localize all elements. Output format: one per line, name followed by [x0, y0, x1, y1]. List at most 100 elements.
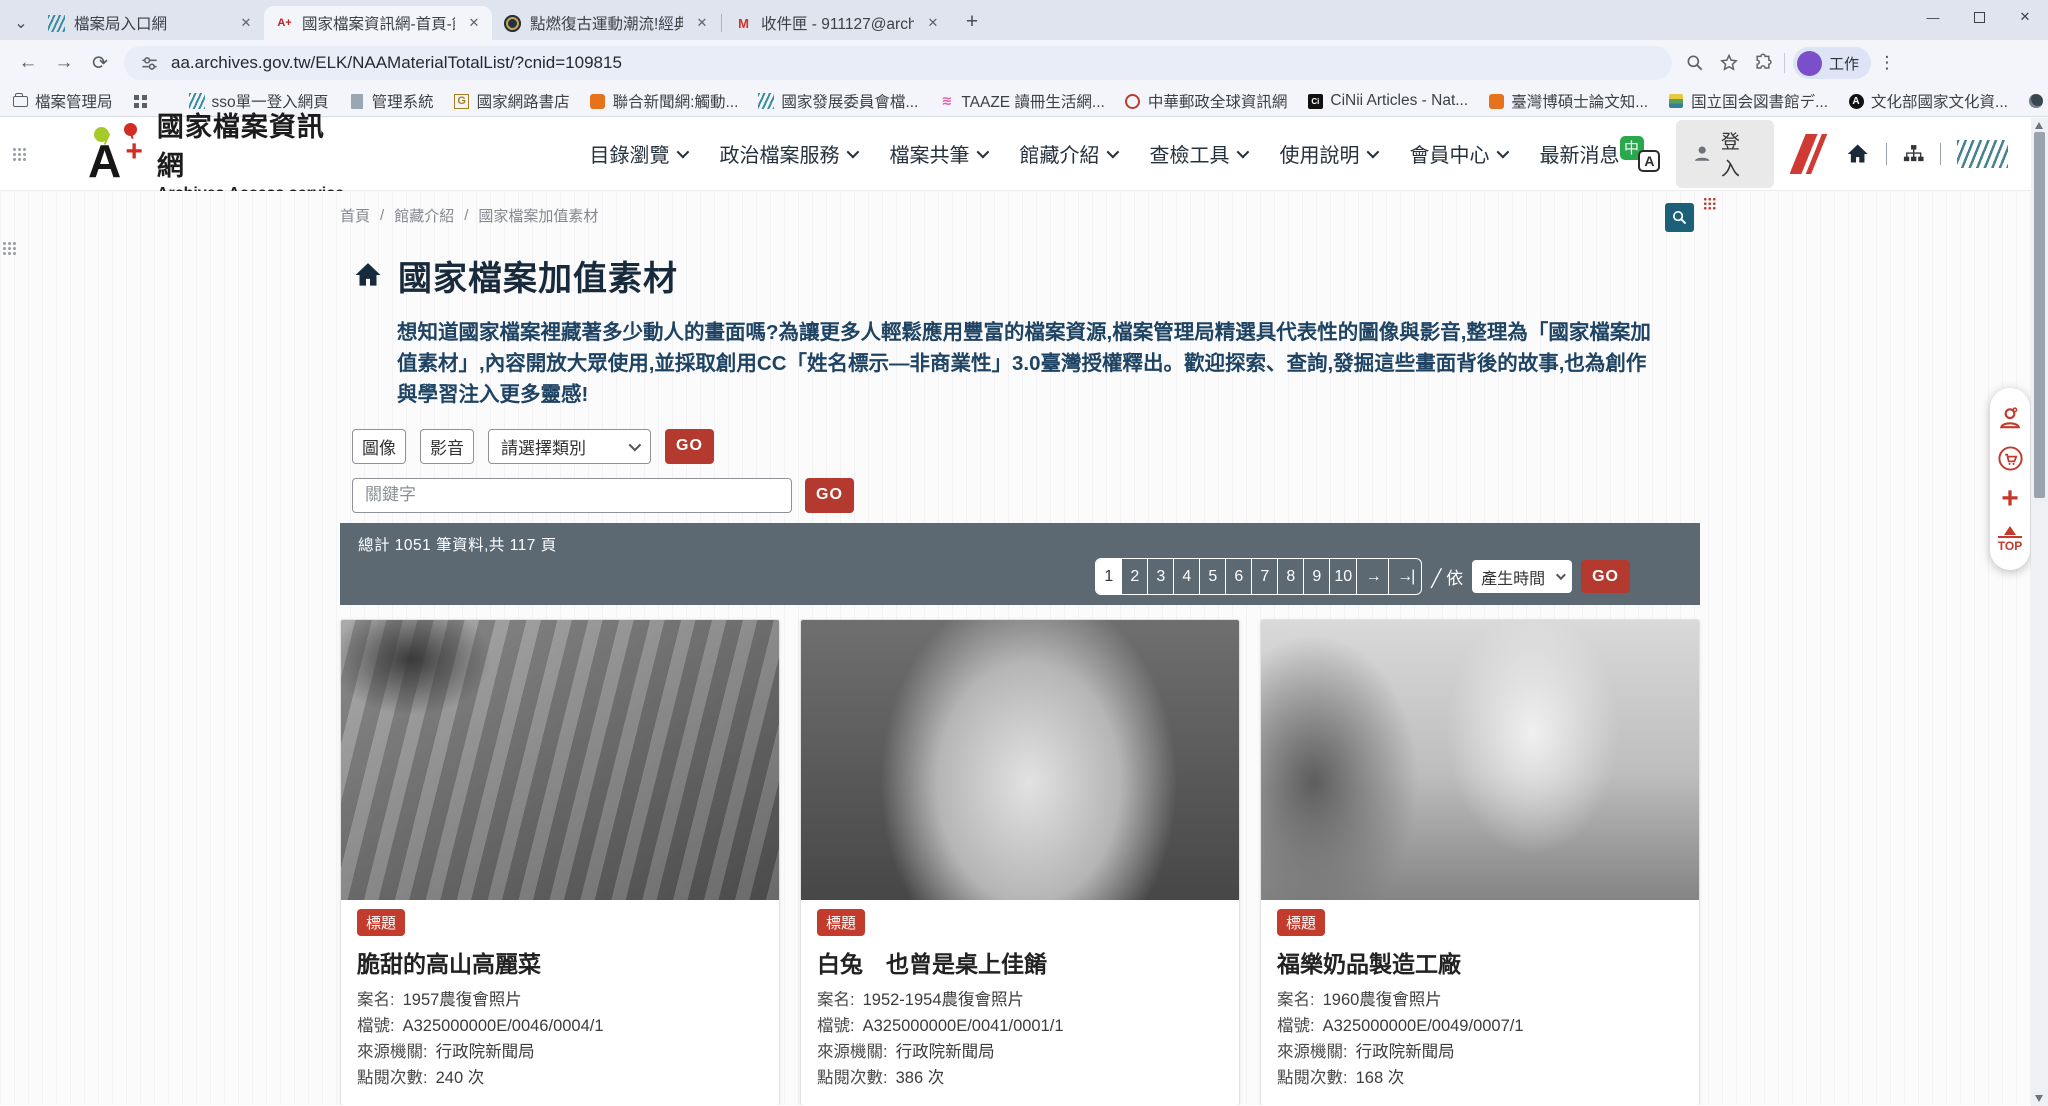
cart-button[interactable] [1997, 445, 2024, 472]
sort-go-button[interactable]: GO [1581, 560, 1630, 593]
result-card[interactable]: 標題 白兔 也曾是桌上佳餚 案名:1952-1954農復會照片 檔號:A3250… [800, 619, 1240, 1105]
nav-catalog-browse[interactable]: 目錄瀏覽 [590, 139, 686, 168]
address-bar[interactable]: aa.archives.gov.tw/ELK/NAAMaterialTotalL… [124, 46, 1672, 80]
profile-name: 工作 [1829, 53, 1859, 74]
profile-chip[interactable]: 工作 [1793, 47, 1871, 79]
language-toggle[interactable]: 中 A [1620, 136, 1661, 172]
red-stripes-logo[interactable] [1790, 134, 1829, 174]
chevron-down-icon [976, 146, 989, 159]
card-photo-cabbage-field[interactable] [341, 620, 779, 900]
page-button-4[interactable]: 4 [1174, 559, 1200, 594]
back-button[interactable]: ← [10, 45, 46, 81]
nav-collection-intro[interactable]: 館藏介紹 [1020, 139, 1116, 168]
login-button[interactable]: 登入 [1676, 120, 1773, 188]
bookmark-cinii[interactable]: Ci CiNii Articles - Nat... [1307, 92, 1468, 110]
cinii-icon: Ci [1308, 94, 1323, 109]
bookmark-ndl-japan[interactable]: 国立国会図書館デ... [1668, 90, 1828, 112]
tab-close-icon[interactable]: ✕ [464, 13, 484, 33]
new-tab-button[interactable]: + [957, 7, 987, 37]
up-arrow-icon [2004, 526, 2016, 535]
bookmark-gazette[interactable]: 臺灣總督府府報 [2028, 90, 2048, 112]
close-window-button[interactable]: ✕ [2002, 0, 2048, 34]
sitemap-icon[interactable] [1903, 143, 1924, 165]
page-button-9[interactable]: 9 [1304, 559, 1330, 594]
bookmark-moc-culture[interactable]: A 文化部國家文化資... [1848, 90, 2008, 112]
breadcrumb-separator: / [464, 207, 468, 224]
bookmark-admin-system[interactable]: 管理系統 [349, 90, 434, 112]
browser-tab-1[interactable]: 檔案局入口網 ✕ [36, 6, 264, 40]
page-title: 國家檔案加值素材 [398, 251, 678, 300]
keyword-input[interactable] [352, 478, 792, 513]
nav-help[interactable]: 使用說明 [1280, 139, 1376, 168]
nav-search-tools[interactable]: 查檢工具 [1150, 139, 1246, 168]
culture-icon: A [1849, 94, 1864, 109]
bookmark-star-icon[interactable] [1712, 46, 1746, 80]
page-button-10[interactable]: 10 [1330, 559, 1357, 594]
card-photo-dairy-factory[interactable] [1261, 620, 1699, 900]
site-info-icon[interactable] [140, 54, 159, 73]
back-to-top-button[interactable]: TOP [1998, 526, 2022, 553]
page-button-2[interactable]: 2 [1122, 559, 1148, 594]
nav-political-archives[interactable]: 政治檔案服務 [720, 139, 856, 168]
reload-button[interactable]: ⟳ [82, 45, 118, 81]
add-button[interactable]: + [2001, 486, 2019, 512]
tab-close-icon[interactable]: ✕ [923, 13, 943, 33]
keyword-go-button[interactable]: GO [805, 478, 854, 513]
page-button-6[interactable]: 6 [1226, 559, 1252, 594]
site-logo[interactable]: A + 國家檔案資訊網 Archives Access service [84, 105, 350, 203]
category-go-button[interactable]: GO [665, 429, 714, 464]
page-button-3[interactable]: 3 [1148, 559, 1174, 594]
bookmark-post[interactable]: 中華郵政全球資訊網 [1125, 90, 1288, 112]
zoom-icon[interactable] [1678, 46, 1712, 80]
nav-archives-wiki[interactable]: 檔案共筆 [890, 139, 986, 168]
breadcrumb-collection[interactable]: 館藏介紹 [394, 205, 454, 226]
last-page-button[interactable]: →| [1389, 559, 1421, 594]
browser-tab-3[interactable]: 點燃復古運動潮流!經典火焰... ✕ [492, 6, 720, 40]
tab-separator [721, 14, 722, 32]
next-page-button[interactable]: → [1357, 559, 1389, 594]
tab-close-icon[interactable]: ✕ [692, 13, 712, 33]
nav-member-center[interactable]: 會員中心 [1410, 139, 1506, 168]
scroll-up-arrow-icon[interactable] [2035, 122, 2043, 129]
forward-button[interactable]: → [46, 45, 82, 81]
breadcrumb-home[interactable]: 首頁 [340, 205, 370, 226]
card-photo-rabbit[interactable] [801, 620, 1239, 900]
page-button-7[interactable]: 7 [1252, 559, 1278, 594]
bookmark-ndc-archives[interactable]: 國家發展委員會檔... [758, 90, 918, 112]
minimize-button[interactable]: — [1910, 0, 1956, 34]
tab-close-icon[interactable]: ✕ [236, 13, 256, 33]
page-button-1[interactable]: 1 [1096, 559, 1122, 594]
na-stripes-logo[interactable] [1957, 140, 2008, 168]
bookmark-taaze[interactable]: ≋ TAAZE 讀冊生活網... [938, 90, 1105, 112]
bookmark-udn-news[interactable]: 聯合新聞網:觸動... [590, 90, 739, 112]
bookmark-ndltd[interactable]: 臺灣博碩士論文知... [1488, 90, 1648, 112]
scroll-down-arrow-icon[interactable] [2035, 1095, 2043, 1102]
category-select[interactable]: 請選擇類別 [488, 429, 651, 464]
scrollbar-thumb[interactable] [2034, 132, 2045, 498]
extensions-icon[interactable] [1746, 46, 1780, 80]
member-button[interactable] [1997, 405, 2023, 431]
bookmark-gov-bookstore[interactable]: G 國家網路書店 [454, 90, 570, 112]
page-button-5[interactable]: 5 [1200, 559, 1226, 594]
page-scrollbar[interactable] [2031, 118, 2048, 1106]
maximize-button[interactable] [1956, 0, 2002, 34]
browser-tab-4[interactable]: M 收件匣 - 911127@archives.go ✕ [723, 6, 951, 40]
filter-video-button[interactable]: 影音 [420, 429, 474, 464]
site-search-button[interactable] [1665, 203, 1694, 232]
home-icon[interactable] [1845, 142, 1870, 166]
tab-search-button[interactable]: ⌄ [6, 6, 36, 40]
result-card[interactable]: 標題 福樂奶品製造工廠 案名:1960農復會照片 檔號:A325000000E/… [1260, 619, 1700, 1105]
file-number: A325000000E/0046/0004/1 [403, 1013, 604, 1039]
document-icon [351, 94, 363, 109]
red-drag-handle-dots-icon [1703, 197, 1716, 210]
card-title[interactable]: 脆甜的高山高麗菜 [357, 945, 763, 979]
browser-menu-icon[interactable]: ⋮ [1875, 53, 1899, 73]
sort-select[interactable]: 產生時間 [1472, 560, 1572, 593]
card-title[interactable]: 福樂奶品製造工廠 [1277, 945, 1683, 979]
result-card[interactable]: 標題 脆甜的高山高麗菜 案名:1957農復會照片 檔號:A325000000E/… [340, 619, 780, 1105]
browser-tab-2-active[interactable]: A+ 國家檔案資訊網-首頁-館藏介紹 ✕ [264, 6, 492, 40]
card-title[interactable]: 白兔 也曾是桌上佳餚 [817, 945, 1223, 979]
nav-news[interactable]: 最新消息 [1540, 139, 1620, 168]
filter-image-button[interactable]: 圖像 [352, 429, 406, 464]
page-button-8[interactable]: 8 [1278, 559, 1304, 594]
